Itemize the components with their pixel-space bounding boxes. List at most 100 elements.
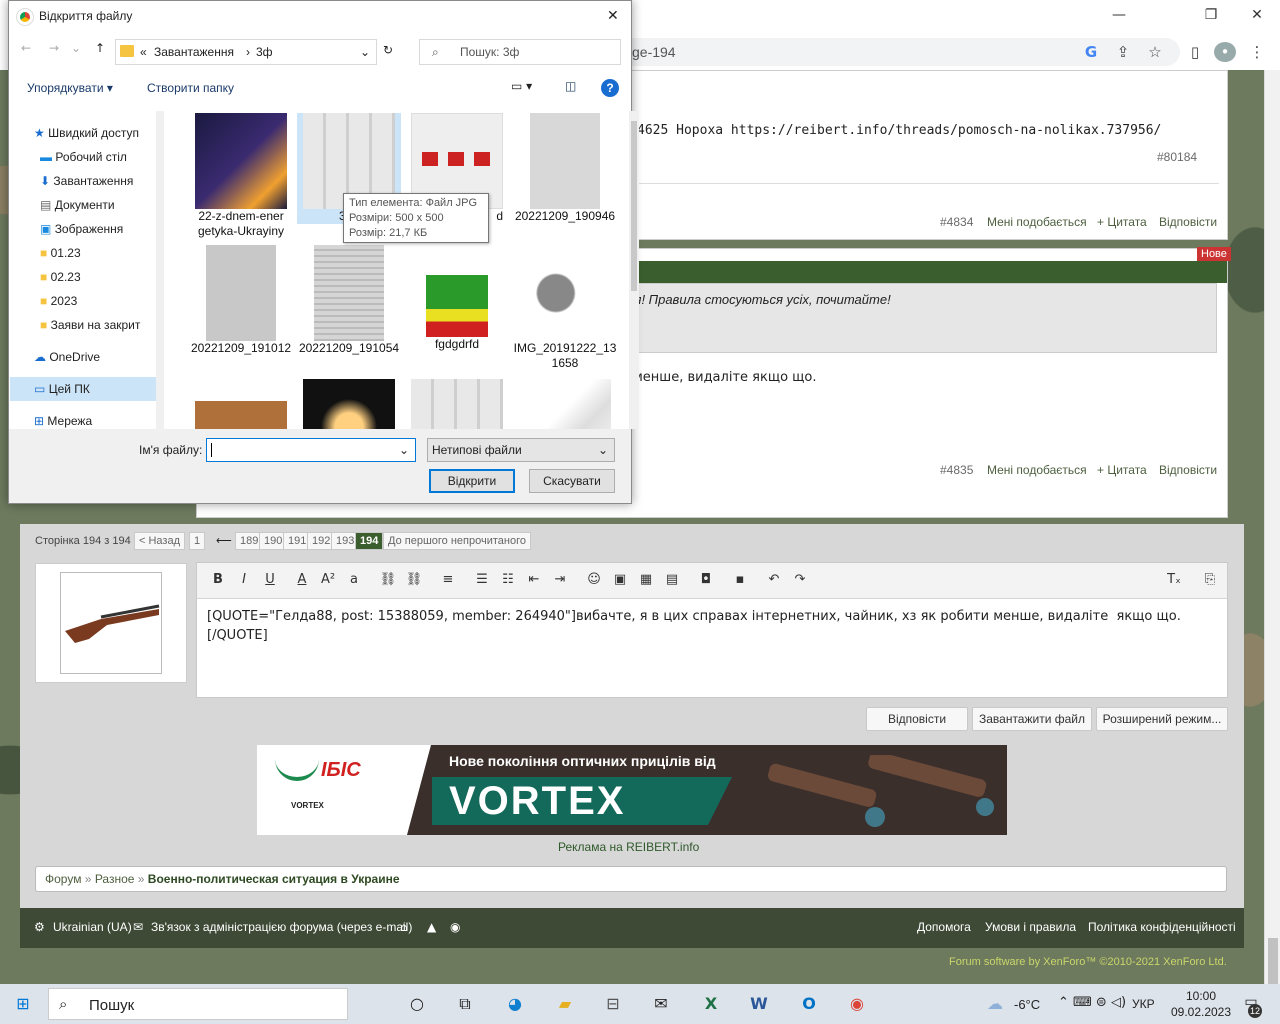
organize-button[interactable]: Упорядкувати ▾ bbox=[27, 81, 113, 95]
privacy-link[interactable]: Політика конфіденційності bbox=[1088, 920, 1236, 934]
file-item[interactable] bbox=[513, 379, 617, 429]
post-number[interactable]: #4835 bbox=[940, 463, 973, 477]
path-overflow[interactable]: « bbox=[140, 40, 147, 64]
nav-desktop[interactable]: ▬ Робочий стіл bbox=[40, 145, 164, 169]
avatar-icon[interactable]: • bbox=[1214, 42, 1236, 62]
filetype-select[interactable]: Нетипові файли ⌄ bbox=[427, 438, 615, 462]
file-item[interactable] bbox=[405, 379, 509, 429]
cancel-button[interactable]: Скасувати bbox=[529, 469, 615, 493]
file-item[interactable]: IMG_20191222_13 1658 bbox=[513, 245, 617, 371]
taskbar-search[interactable]: ⌕ Пошук bbox=[48, 988, 348, 1020]
file-item[interactable]: 20221209_191012 bbox=[189, 245, 293, 356]
dialog-close-icon[interactable]: ✕ bbox=[607, 1, 619, 31]
dropdown-icon[interactable]: ⌄ bbox=[71, 41, 81, 55]
reply-button[interactable]: Відповісти bbox=[866, 707, 968, 731]
copyright-text[interactable]: Forum software by XenForo™ ©2010-2021 Xe… bbox=[949, 956, 1227, 968]
path-separator[interactable]: › bbox=[246, 40, 250, 64]
like-link[interactable]: Мені подобається bbox=[987, 215, 1087, 229]
nav-folder-0223[interactable]: ■ 02.23 bbox=[40, 265, 164, 289]
contact-link[interactable]: Зв'язок з адміністрацією форума (через e… bbox=[151, 920, 412, 934]
nav-folder-claims[interactable]: ■ Заяви на закрит bbox=[40, 313, 164, 337]
scroll-top-icon[interactable]: ▲ bbox=[427, 920, 436, 934]
file-item[interactable]: 22-z-dnem-ener getyka-Ukrayiny bbox=[189, 113, 293, 239]
reply-editor[interactable]: B I U A A² a ⛓ ⛓ ≡ ☰ ☷ ⇤ ⇥ ☺ ▣ ▦ ▤ ◘ ▪ ↶… bbox=[196, 562, 1228, 698]
open-button[interactable]: Відкрити bbox=[429, 469, 515, 493]
numbered-list-icon[interactable]: ☷ bbox=[497, 569, 519, 591]
terms-link[interactable]: Умови і правила bbox=[985, 920, 1076, 934]
file-item[interactable] bbox=[297, 379, 401, 429]
help-icon[interactable]: ? bbox=[601, 79, 619, 97]
up-icon[interactable]: ↑ bbox=[95, 41, 105, 55]
star-icon[interactable]: ☆ bbox=[1144, 42, 1166, 62]
chrome-taskbar-icon[interactable]: ◉ bbox=[842, 990, 872, 1018]
advanced-mode-button[interactable]: Розширений режим... bbox=[1096, 707, 1228, 731]
word-icon[interactable]: W bbox=[744, 990, 774, 1018]
close-icon[interactable]: ✕ bbox=[1234, 0, 1280, 30]
font-size-icon[interactable]: A² bbox=[317, 569, 339, 591]
undo-icon[interactable]: ↶ bbox=[763, 569, 785, 591]
quote-link[interactable]: + Цитата bbox=[1097, 463, 1147, 477]
align-icon[interactable]: ≡ bbox=[437, 569, 459, 591]
folder-search-input[interactable]: ⌕ Пошук: 3ф bbox=[419, 39, 621, 65]
task-view-icon[interactable]: ⧉ bbox=[450, 990, 480, 1018]
toggle-bbcode-icon[interactable]: ⎘ bbox=[1199, 569, 1221, 591]
path-folder[interactable]: 3ф bbox=[256, 40, 273, 64]
new-folder-button[interactable]: Створити папку bbox=[147, 81, 234, 95]
home-icon[interactable]: ⌂ bbox=[400, 920, 408, 934]
breadcrumb-misc[interactable]: Разное bbox=[95, 872, 135, 886]
upload-file-button[interactable]: Завантажити файл bbox=[972, 707, 1092, 731]
language-indicator[interactable]: УКР bbox=[1132, 997, 1155, 1011]
file-list-scrollbar[interactable] bbox=[629, 111, 639, 429]
reply-link[interactable]: Відповісти bbox=[1159, 463, 1217, 477]
media-icon[interactable]: ▦ bbox=[635, 569, 657, 591]
breadcrumb-forum[interactable]: Форум bbox=[45, 872, 81, 886]
bold-icon[interactable]: B bbox=[207, 569, 229, 591]
nav-documents[interactable]: ▤ Документи bbox=[40, 193, 164, 217]
editor-text[interactable]: [QUOTE="Гелда88, post: 15388059, member:… bbox=[207, 607, 1217, 645]
link-icon[interactable]: ⛓ bbox=[377, 569, 399, 591]
avatar[interactable] bbox=[60, 572, 162, 674]
mail-icon[interactable]: ✉ bbox=[646, 990, 676, 1018]
edge-icon[interactable]: ◕ bbox=[500, 990, 530, 1018]
nav-network[interactable]: ⊞ Мережа bbox=[34, 409, 164, 429]
image-icon[interactable]: ▣ bbox=[609, 569, 631, 591]
google-icon[interactable]: G bbox=[1080, 42, 1102, 62]
unlink-icon[interactable]: ⛓ bbox=[403, 569, 425, 591]
indent-icon[interactable]: ⇥ bbox=[549, 569, 571, 591]
language-link[interactable]: Ukrainian (UA) bbox=[53, 920, 132, 934]
bullet-list-icon[interactable]: ☰ bbox=[471, 569, 493, 591]
scrollbar-thumb[interactable] bbox=[631, 121, 637, 291]
prev-page-button[interactable]: < Назад bbox=[134, 532, 185, 550]
restore-icon[interactable]: ❐ bbox=[1188, 0, 1234, 30]
text-color-icon[interactable]: A bbox=[291, 569, 313, 591]
windows-start-icon[interactable]: ⊞ bbox=[8, 990, 38, 1018]
back-icon[interactable]: ← bbox=[21, 41, 31, 55]
file-item[interactable]: 20221209_191054 bbox=[297, 245, 401, 356]
ad-caption[interactable]: Реклама на REIBERT.info bbox=[558, 840, 699, 854]
italic-icon[interactable]: I bbox=[233, 569, 255, 591]
nav-quick-access[interactable]: ★ Швидкий доступ bbox=[34, 121, 164, 145]
first-unread-button[interactable]: До першого непрочитаного bbox=[383, 532, 531, 550]
quote-link[interactable]: + Цитата bbox=[1097, 215, 1147, 229]
file-item[interactable]: 20221209_190946 bbox=[513, 113, 617, 224]
weather-icon[interactable]: ☁ bbox=[980, 990, 1010, 1018]
chevron-down-icon[interactable]: ⌄ bbox=[399, 443, 409, 457]
like-link[interactable]: Мені подобається bbox=[987, 463, 1087, 477]
font-family-icon[interactable]: a bbox=[343, 569, 365, 591]
nav-folder-2023[interactable]: ■ 2023 bbox=[40, 289, 164, 313]
page-scrollbar[interactable] bbox=[1264, 70, 1280, 1024]
filename-input[interactable]: ⌄ bbox=[206, 438, 416, 462]
outdent-icon[interactable]: ⇤ bbox=[523, 569, 545, 591]
nav-downloads[interactable]: ⬇ Завантаження bbox=[40, 169, 164, 193]
remove-format-icon[interactable]: Tₓ bbox=[1163, 569, 1185, 591]
store-icon[interactable]: ⊟ bbox=[598, 990, 628, 1018]
camera-icon[interactable]: ◘ bbox=[695, 569, 717, 591]
minimize-icon[interactable]: — bbox=[1096, 0, 1142, 30]
cortana-icon[interactable]: ○ bbox=[402, 990, 432, 1018]
outlook-icon[interactable]: O bbox=[794, 990, 824, 1018]
path-downloads[interactable]: Завантаження bbox=[154, 40, 234, 64]
page-194-current[interactable]: 194 bbox=[355, 532, 384, 550]
share-icon[interactable]: ⇪ bbox=[1112, 42, 1134, 62]
sidebar-icon[interactable]: ▯ bbox=[1184, 42, 1206, 62]
save-draft-icon[interactable]: ▪ bbox=[729, 569, 751, 591]
